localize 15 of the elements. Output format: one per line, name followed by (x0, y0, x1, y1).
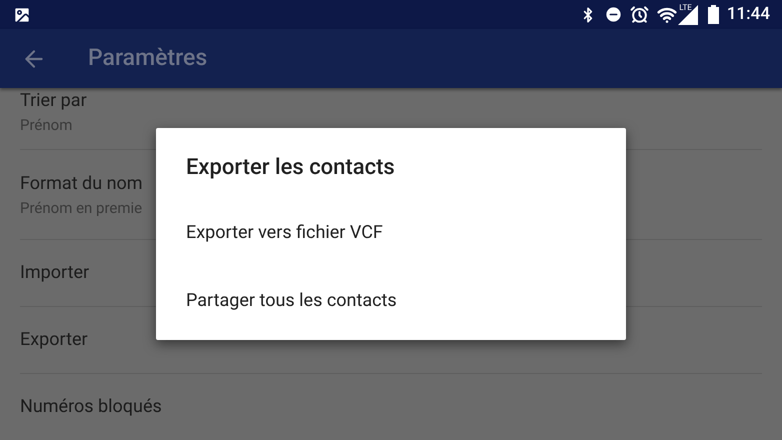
app-bar-title: Paramètres (88, 43, 208, 74)
settings-item-title: Trier par (20, 88, 88, 112)
settings-item[interactable]: Numéros bloqués (20, 374, 762, 440)
alarm-icon (630, 5, 650, 24)
do-not-disturb-icon (604, 5, 624, 24)
settings-item-title: Numéros bloqués (20, 395, 163, 419)
settings-item-title: Format du nom (20, 172, 144, 196)
clock-time: 11:44 (726, 2, 770, 26)
settings-item-title: Exporter (20, 328, 89, 352)
battery-icon (708, 5, 719, 24)
settings-item-title: Importer (20, 261, 90, 285)
signal-icon (678, 4, 698, 24)
dialog-title: Exporter les contacts (186, 154, 396, 182)
dialog-option[interactable]: Exporter vers fichier VCF (186, 198, 596, 266)
network-label: LTE (679, 2, 692, 14)
